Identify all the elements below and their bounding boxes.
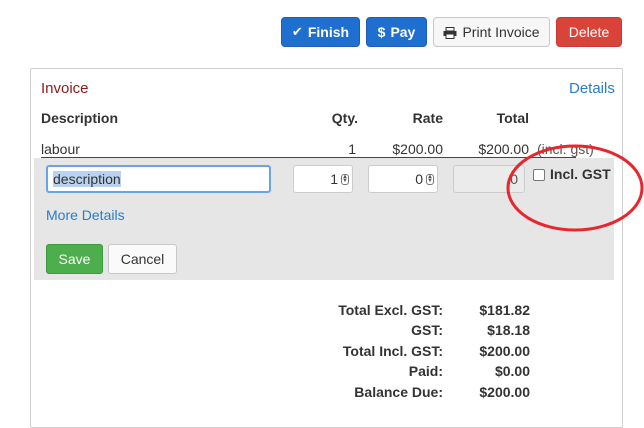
- delete-label: Delete: [568, 24, 610, 40]
- finish-label: Finish: [307, 24, 350, 40]
- delete-button[interactable]: Delete: [556, 17, 622, 47]
- details-link[interactable]: Details: [569, 80, 615, 97]
- cancel-button[interactable]: Cancel: [108, 244, 177, 274]
- line-item-description: labour: [41, 141, 80, 157]
- printer-icon: [443, 26, 457, 39]
- rate-input[interactable]: 0 ▲ ▼: [368, 165, 438, 193]
- qty-input[interactable]: 1 ▲ ▼: [293, 165, 353, 193]
- qty-stepper-icon[interactable]: ▲ ▼: [341, 174, 349, 185]
- dollar-icon: $: [377, 24, 386, 40]
- total-excl-gst-value: $181.82: [479, 302, 530, 318]
- gst-label: GST:: [411, 322, 443, 338]
- red-circle-annotation: [506, 144, 644, 232]
- column-header-qty: Qty.: [331, 110, 358, 126]
- finish-button[interactable]: ✔ Finish: [281, 17, 360, 47]
- print-invoice-button[interactable]: Print Invoice: [433, 17, 550, 47]
- description-input-value: description: [53, 171, 121, 187]
- column-header-rate: Rate: [412, 110, 443, 126]
- rate-stepper-icon[interactable]: ▲ ▼: [426, 174, 434, 185]
- line-item-qty: 1: [348, 141, 356, 157]
- total-excl-gst-label: Total Excl. GST:: [338, 302, 443, 318]
- checkmark-icon: ✔: [291, 24, 303, 39]
- rate-input-value: 0: [415, 171, 423, 187]
- qty-input-value: 1: [330, 171, 338, 187]
- description-input[interactable]: description: [46, 165, 271, 193]
- column-header-total: Total: [496, 110, 529, 126]
- balance-due-value: $200.00: [479, 384, 530, 400]
- paid-value: $0.00: [494, 363, 530, 379]
- paid-label: Paid:: [408, 363, 443, 379]
- total-incl-gst-label: Total Incl. GST:: [342, 343, 443, 359]
- balance-due-label: Balance Due:: [354, 384, 443, 400]
- pay-button[interactable]: $ Pay: [366, 17, 427, 47]
- save-button[interactable]: Save: [46, 244, 103, 274]
- more-details-link[interactable]: More Details: [46, 207, 125, 223]
- invoice-title: Invoice: [41, 80, 89, 97]
- column-header-description: Description: [41, 110, 119, 126]
- save-label: Save: [58, 251, 91, 267]
- gst-value: $18.18: [487, 322, 530, 338]
- pay-label: Pay: [390, 24, 416, 40]
- total-incl-gst-value: $200.00: [479, 343, 530, 359]
- print-invoice-label: Print Invoice: [462, 24, 540, 40]
- cancel-label: Cancel: [120, 251, 165, 267]
- line-item-rate: $200.00: [392, 141, 443, 157]
